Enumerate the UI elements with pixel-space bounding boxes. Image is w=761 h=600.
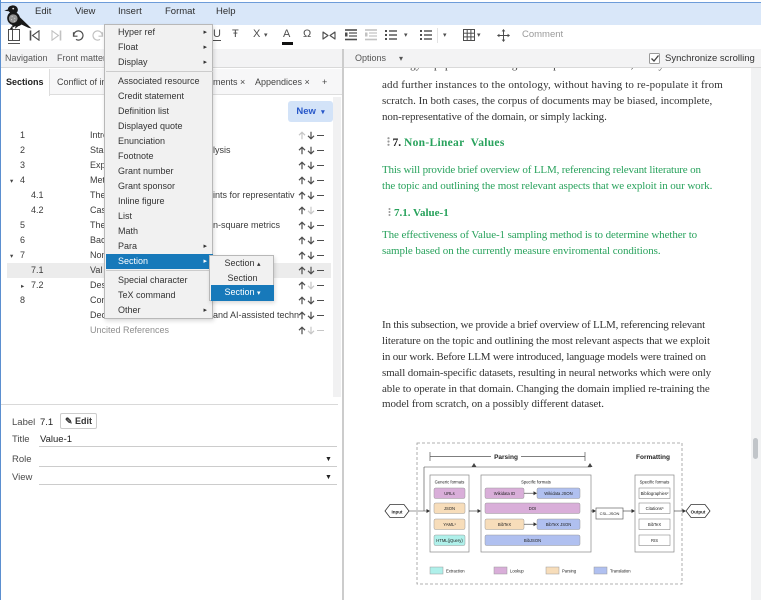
svg-text:Extraction: Extraction bbox=[446, 569, 465, 574]
svg-text:Output: Output bbox=[691, 509, 706, 514]
svg-text:Citations³: Citations³ bbox=[646, 506, 664, 511]
svg-text:BibTeX: BibTeX bbox=[498, 522, 511, 527]
svg-text:CSL-JSON: CSL-JSON bbox=[600, 511, 620, 516]
svg-text:URLs: URLs bbox=[444, 491, 454, 496]
svg-text:Wikidata ID: Wikidata ID bbox=[494, 491, 515, 496]
svg-text:Formatting: Formatting bbox=[636, 454, 670, 461]
svg-text:YAML¹: YAML¹ bbox=[443, 522, 456, 527]
svg-text:Specific formats: Specific formats bbox=[521, 480, 551, 485]
svg-text:BibTeX: BibTeX bbox=[648, 522, 661, 527]
svg-text:JSON: JSON bbox=[444, 506, 455, 511]
svg-text:Input: Input bbox=[392, 509, 403, 514]
svg-text:Lookup: Lookup bbox=[510, 569, 524, 574]
svg-text:RIS: RIS bbox=[651, 538, 658, 543]
svg-text:Wikidata JSON: Wikidata JSON bbox=[544, 491, 572, 496]
svg-text:Bibliographies²: Bibliographies² bbox=[641, 491, 669, 496]
svg-text:BibTeX JSON: BibTeX JSON bbox=[546, 522, 572, 527]
svg-text:Parsing: Parsing bbox=[494, 454, 518, 461]
svg-text:BibJSON: BibJSON bbox=[524, 538, 541, 543]
svg-text:Translation: Translation bbox=[610, 569, 631, 574]
svg-text:Specific formats: Specific formats bbox=[640, 480, 670, 485]
svg-text:HTML(jQuery): HTML(jQuery) bbox=[436, 538, 463, 543]
svg-text:DOI: DOI bbox=[529, 506, 536, 511]
svg-text:Parsing: Parsing bbox=[562, 569, 577, 574]
svg-text:Generic formats: Generic formats bbox=[435, 480, 465, 485]
